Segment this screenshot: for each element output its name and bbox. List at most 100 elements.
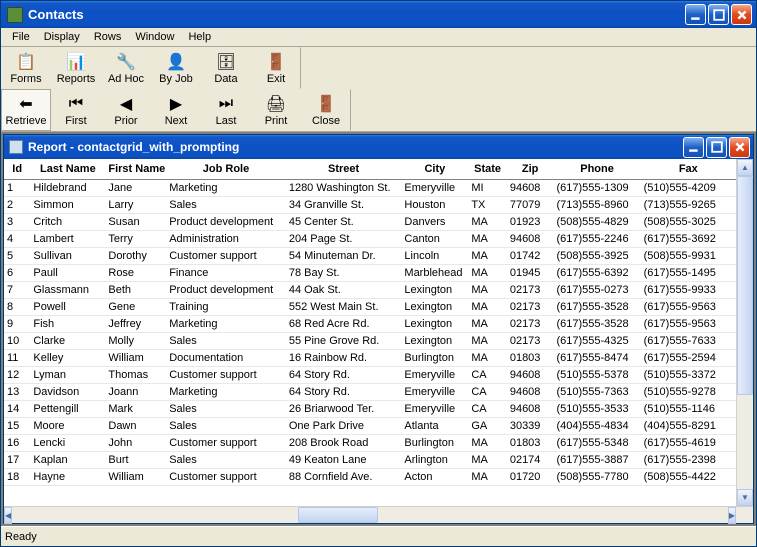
menu-help[interactable]: Help [181,29,218,45]
vertical-scrollbar[interactable]: ▲ ▼ [736,159,753,506]
table-cell: 1280 Washington St. [286,180,402,197]
scroll-track[interactable] [737,176,753,489]
table-cell: 5 [4,248,30,265]
table-cell: 64 Story Rd. [286,384,402,401]
scroll-right-button[interactable]: ▶ [728,507,736,524]
report-close-button[interactable] [729,137,750,158]
table-row[interactable]: 9FishJeffreyMarketing68 Red Acre Rd.Lexi… [4,316,736,333]
table-cell: 30339 [507,418,554,435]
column-header-state[interactable]: State [468,159,507,180]
table-row[interactable]: 13DavidsonJoannMarketing64 Story Rd.Emer… [4,384,736,401]
ad-hoc-button[interactable]: 🔧Ad Hoc [101,47,151,89]
table-cell: 88 Cornfield Ave. [286,469,402,486]
table-cell: Jane [105,180,166,197]
toolbar-label: Data [214,73,237,85]
table-cell: Acton [401,469,468,486]
column-header-id[interactable]: Id [4,159,30,180]
table-cell: Dawn [105,418,166,435]
scroll-down-button[interactable]: ▼ [737,489,753,506]
report-maximize-button[interactable] [706,137,727,158]
table-cell: 1 [4,180,30,197]
table-row[interactable]: 16LenckiJohnCustomer support208 Brook Ro… [4,435,736,452]
prior-button[interactable]: ◀Prior [101,89,151,131]
column-header-street[interactable]: Street [286,159,402,180]
table-cell: (617)555-3528 [553,299,640,316]
table-cell: 78 Bay St. [286,265,402,282]
table-cell: 02173 [507,299,554,316]
table-row[interactable]: 11KelleyWilliamDocumentation16 Rainbow R… [4,350,736,367]
horizontal-scrollbar[interactable]: ◀ ▶ [4,506,753,523]
table-cell: Kaplan [30,452,105,469]
data-button[interactable]: 🗄Data [201,47,251,89]
menu-display[interactable]: Display [37,29,87,45]
retrieve-button[interactable]: ⬅Retrieve [1,89,51,131]
table-cell: 02173 [507,282,554,299]
toolbar-label: Last [216,115,237,127]
scroll-left-button[interactable]: ◀ [4,507,12,524]
next-button[interactable]: ▶Next [151,89,201,131]
table-cell: (713)555-8960 [553,197,640,214]
column-header-phone[interactable]: Phone [553,159,640,180]
table-row[interactable]: 2SimmonLarrySales34 Granville St.Houston… [4,197,736,214]
table-row[interactable]: 15MooreDawnSalesOne Park DriveAtlantaGA3… [4,418,736,435]
table-cell: 94608 [507,384,554,401]
column-header-fax[interactable]: Fax [641,159,736,180]
column-header-zip[interactable]: Zip [507,159,554,180]
table-cell: (404)555-8291 [641,418,736,435]
scroll-up-button[interactable]: ▲ [737,159,753,176]
table-cell: Glassmann [30,282,105,299]
table-cell: Paull [30,265,105,282]
column-header-first-name[interactable]: First Name [105,159,166,180]
table-row[interactable]: 7GlassmannBethProduct development44 Oak … [4,282,736,299]
close-button[interactable] [731,4,752,25]
first-button[interactable]: ⏮First [51,89,101,131]
menu-window[interactable]: Window [128,29,181,45]
table-cell: Thomas [105,367,166,384]
report-grid[interactable]: IdLast NameFirst NameJob RoleStreetCityS… [4,159,736,506]
exit-button[interactable]: 🚪Exit [251,47,301,89]
column-header-last-name[interactable]: Last Name [30,159,105,180]
column-header-city[interactable]: City [401,159,468,180]
table-cell: 26 Briarwood Ter. [286,401,402,418]
table-row[interactable]: 5SullivanDorothyCustomer support54 Minut… [4,248,736,265]
table-cell: 2 [4,197,30,214]
print-button[interactable]: 🖨Print [251,89,301,131]
table-cell: MA [468,214,507,231]
table-cell: MA [468,469,507,486]
toolbar-label: Print [265,115,288,127]
table-row[interactable]: 18HayneWilliamCustomer support88 Cornfie… [4,469,736,486]
table-row[interactable]: 3CritchSusanProduct development45 Center… [4,214,736,231]
table-cell: MA [468,350,507,367]
reports-button[interactable]: 📊Reports [51,47,101,89]
menu-rows[interactable]: Rows [87,29,129,45]
table-cell: (617)555-3692 [641,231,736,248]
forms-button[interactable]: 📋Forms [1,47,51,89]
table-row[interactable]: 10ClarkeMollySales55 Pine Grove Rd.Lexin… [4,333,736,350]
toolbar-label: Retrieve [6,115,47,127]
maximize-button[interactable] [708,4,729,25]
last-button[interactable]: ⏭Last [201,89,251,131]
table-cell: Finance [166,265,286,282]
table-cell: CA [468,384,507,401]
table-row[interactable]: 4LambertTerryAdministration204 Page St.C… [4,231,736,248]
table-cell: Sales [166,401,286,418]
minimize-button[interactable] [685,4,706,25]
close-button[interactable]: 🚪Close [301,89,351,131]
toolbar-label: Close [312,115,340,127]
table-row[interactable]: 1HildebrandJaneMarketing1280 Washington … [4,180,736,197]
table-row[interactable]: 12LymanThomasCustomer support64 Story Rd… [4,367,736,384]
hscroll-thumb[interactable] [298,507,378,523]
table-row[interactable]: 6PaullRoseFinance78 Bay St.MarbleheadMA0… [4,265,736,282]
table-cell: Burlington [401,350,468,367]
scroll-thumb[interactable] [737,176,753,395]
table-row[interactable]: 14PettengillMarkSales26 Briarwood Ter.Em… [4,401,736,418]
column-header-job-role[interactable]: Job Role [166,159,286,180]
hscroll-track[interactable] [12,507,728,523]
table-cell: Emeryville [401,180,468,197]
table-row[interactable]: 17KaplanBurtSales49 Keaton LaneArlington… [4,452,736,469]
report-minimize-button[interactable] [683,137,704,158]
by-job-button[interactable]: 👤By Job [151,47,201,89]
menu-file[interactable]: File [5,29,37,45]
table-cell: Joann [105,384,166,401]
table-row[interactable]: 8PowellGeneTraining552 West Main St.Lexi… [4,299,736,316]
